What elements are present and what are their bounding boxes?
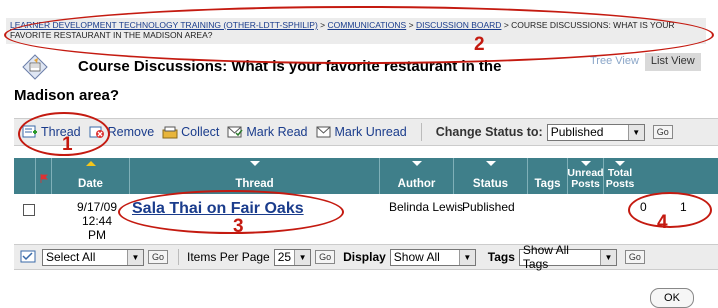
chevron-down-icon: ▼ [127, 249, 143, 265]
page-title-continued: Madison area? [14, 87, 120, 104]
sort-icon [249, 161, 260, 166]
discussion-forum-icon [22, 54, 48, 80]
remove-label: Remove [107, 125, 155, 139]
annotation-number-2: 2 [474, 34, 485, 55]
chevron-down-icon: ▼ [294, 249, 311, 265]
annotation-number-1: 1 [62, 134, 73, 155]
items-per-page-label: Items Per Page [187, 250, 270, 264]
mark-read-icon [227, 126, 243, 138]
display-select[interactable]: Show All ▼ [389, 248, 476, 266]
annotation-number-4: 4 [657, 212, 668, 233]
mark-unread-icon [316, 126, 331, 138]
column-header-author[interactable]: Author [380, 158, 454, 194]
display-value: Show All [393, 250, 440, 264]
annotation-ellipse-breadcrumb [4, 6, 714, 64]
annotation-ellipse-thread-link [118, 190, 344, 234]
annotation-number-3: 3 [233, 216, 244, 237]
collect-button[interactable]: Collect [162, 125, 219, 139]
select-all-go-button[interactable]: Go [148, 250, 169, 264]
column-header-date-label: Date [78, 178, 103, 190]
tags-value: Show All Tags [522, 243, 569, 271]
column-header-unread-label: Unread Posts [567, 167, 604, 190]
chevron-down-icon: ▼ [599, 249, 616, 265]
row-date-day: 9/17/09 [76, 200, 118, 214]
tags-select[interactable]: Show All Tags ▼ [518, 243, 617, 271]
tags-go-button[interactable]: Go [624, 250, 645, 264]
column-header-thread[interactable]: Thread [130, 158, 380, 194]
change-status-label: Change Status to: [435, 125, 543, 139]
column-header-date[interactable]: Date [52, 158, 130, 194]
sort-icon [485, 161, 496, 166]
toolbar-divider [178, 249, 180, 265]
select-all-icon [20, 250, 36, 263]
sort-ascending-icon [85, 161, 96, 166]
action-toolbar: Thread Remove Collect Mark Read Mark Unr… [14, 118, 718, 146]
row-author: Belinda Lewis [389, 200, 464, 214]
column-header-status[interactable]: Status [454, 158, 528, 194]
row-date-time: 12:44 PM [81, 214, 113, 242]
bottom-toolbar: Select All ▼ Go Items Per Page 25 ▼ Go D… [14, 243, 718, 271]
row-status: Published [462, 200, 515, 214]
column-header-author-label: Author [397, 178, 436, 190]
flag-column-header[interactable] [36, 158, 52, 194]
column-header-total[interactable]: Total Posts [604, 158, 636, 194]
annotation-ellipse-post-counts [628, 192, 712, 228]
mark-read-button[interactable]: Mark Read [227, 125, 308, 139]
status-select-value: Published [550, 125, 604, 139]
column-header-tags-label: Tags [534, 178, 561, 190]
mark-read-label: Mark Read [246, 125, 308, 139]
chevron-down-icon: ▼ [627, 124, 644, 140]
sort-icon [615, 161, 625, 166]
ok-button[interactable]: OK [650, 288, 694, 308]
column-header-unread[interactable]: Unread Posts [567, 158, 604, 194]
flag-icon [40, 174, 48, 183]
status-go-button[interactable]: Go [652, 125, 673, 139]
mark-unread-label: Mark Unread [334, 125, 407, 139]
items-per-page-select[interactable]: 25 ▼ [273, 248, 312, 266]
row-checkbox[interactable] [23, 204, 35, 216]
toolbar-divider [420, 123, 422, 141]
row-date: 9/17/09 12:44 PM [72, 200, 122, 242]
collect-label: Collect [181, 125, 220, 139]
tab-list-view[interactable]: List View [644, 53, 701, 71]
items-per-page-value: 25 [277, 250, 292, 264]
mark-unread-button[interactable]: Mark Unread [316, 125, 407, 139]
tags-label: Tags [487, 250, 515, 264]
collect-icon [162, 126, 178, 139]
table-header: Date Thread Author Status Tags Unread Po… [14, 158, 718, 194]
sort-icon [580, 161, 591, 166]
select-column-header [14, 158, 36, 194]
select-all-dropdown[interactable]: Select All ▼ [42, 248, 144, 266]
chevron-down-icon: ▼ [458, 249, 475, 265]
select-all-value: Select All [46, 250, 96, 264]
items-per-page-go-button[interactable]: Go [315, 250, 336, 264]
status-select[interactable]: Published ▼ [546, 123, 645, 141]
sort-icon [411, 161, 422, 166]
display-label: Display [343, 250, 386, 264]
column-header-status-label: Status [472, 178, 509, 190]
column-header-total-label: Total Posts [605, 167, 635, 190]
column-header-thread-label: Thread [235, 178, 274, 190]
column-header-tags[interactable]: Tags [528, 158, 568, 194]
